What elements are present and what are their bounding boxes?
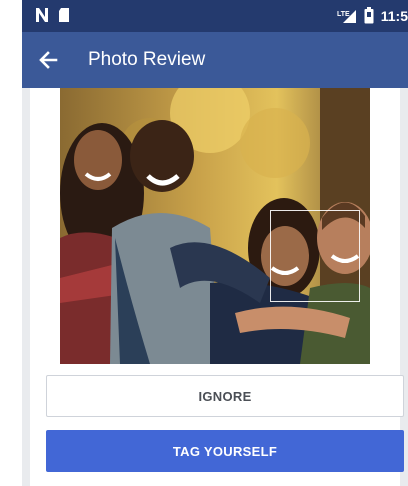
face-detection-box[interactable] <box>270 210 360 302</box>
status-bar: LTE 11:5 <box>22 0 408 32</box>
tag-yourself-button[interactable]: TAG YOURSELF <box>46 430 404 472</box>
status-right-icons: LTE 11:5 <box>337 7 408 24</box>
n-logo-icon <box>36 8 48 22</box>
arrow-left-icon <box>39 51 58 69</box>
status-time: 11:5 <box>380 7 408 24</box>
status-left-icons <box>35 7 70 23</box>
ignore-button[interactable]: IGNORE <box>46 375 404 417</box>
phone-screen: LTE 11:5 Photo Review IGNORE TAG YOURSEL… <box>22 0 408 486</box>
app-bar: Photo Review <box>22 32 408 88</box>
back-button[interactable] <box>34 46 62 74</box>
signal-icon: LTE <box>337 9 356 23</box>
page-title: Photo Review <box>88 49 206 70</box>
review-card: IGNORE TAG YOURSELF <box>30 88 404 486</box>
sd-card-icon <box>59 8 69 22</box>
group-photo <box>60 88 370 364</box>
battery-icon <box>364 7 374 24</box>
network-label: LTE <box>337 11 350 18</box>
